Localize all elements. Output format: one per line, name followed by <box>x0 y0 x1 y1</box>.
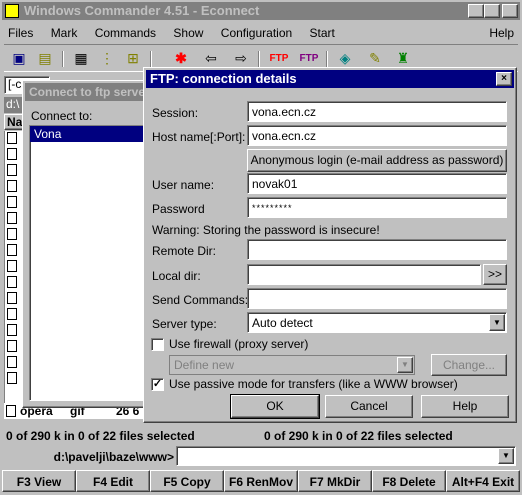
send-commands-input[interactable] <box>247 288 507 309</box>
server-type-value: Auto detect <box>252 316 313 330</box>
password-input[interactable]: ********* <box>247 197 507 218</box>
menu-help[interactable]: Help <box>489 24 514 42</box>
send-commands-label: Send Commands: <box>152 293 249 307</box>
refresh-icon[interactable]: ▣ <box>8 47 30 69</box>
left-file-list[interactable] <box>4 131 24 403</box>
app-icon[interactable] <box>5 4 19 18</box>
close-button[interactable]: × <box>502 4 518 18</box>
firewall-select-value: Define new <box>174 358 235 372</box>
password-warning: Warning: Storing the password is insecur… <box>152 223 380 237</box>
f6-renmov-button[interactable]: F6 RenMov <box>224 470 298 492</box>
change-firewall-button[interactable]: Change... <box>431 354 507 376</box>
local-dir-input[interactable] <box>247 264 481 285</box>
file-icon <box>7 276 17 288</box>
menu-bar: Files Mark Commands Show Configuration S… <box>8 24 514 42</box>
tree-view-icon[interactable]: ⊞ <box>122 47 144 69</box>
f8-delete-button[interactable]: F8 Delete <box>372 470 446 492</box>
firewall-checkbox[interactable] <box>151 338 164 351</box>
dialog-close-button[interactable]: × <box>496 72 512 86</box>
command-line-input[interactable]: ▼ <box>176 446 516 466</box>
left-status: 0 of 290 k in 0 of 22 files selected <box>6 429 195 443</box>
file-icon <box>7 308 17 320</box>
brief-view-icon[interactable]: ▦ <box>70 47 92 69</box>
cancel-button[interactable]: Cancel <box>325 395 413 418</box>
passive-mode-label: Use passive mode for transfers (like a W… <box>169 377 458 391</box>
plugin-icon[interactable]: ♜ <box>392 47 414 69</box>
f3-view-button[interactable]: F3 View <box>2 470 76 492</box>
command-line-path: d:\pavelji\baze\www> <box>53 450 174 464</box>
window-title: Windows Commander 4.51 - Econnect <box>24 3 260 18</box>
file-icon <box>7 164 17 176</box>
minimize-button[interactable]: _ <box>468 4 484 18</box>
full-view-icon[interactable]: ⋮ <box>96 47 118 69</box>
maximize-button[interactable]: □ <box>484 4 500 18</box>
help-button[interactable]: Help <box>421 395 509 418</box>
connect-to-label: Connect to: <box>31 109 93 123</box>
file-icon <box>7 340 17 352</box>
file-icon <box>7 148 17 160</box>
dialog-title-bar: FTP: connection details × <box>146 70 514 88</box>
remote-dir-input[interactable] <box>247 239 507 260</box>
file-icon <box>7 324 17 336</box>
file-icon <box>7 356 17 368</box>
file-icon <box>7 212 17 224</box>
firewall-select[interactable]: Define new ▼ <box>169 355 415 375</box>
file-icon <box>7 244 17 256</box>
file-icon <box>7 292 17 304</box>
anonymous-login-button[interactable]: Anonymous login (e-mail address as passw… <box>247 149 507 172</box>
local-dir-label: Local dir: <box>152 269 201 283</box>
remote-dir-label: Remote Dir: <box>152 244 217 258</box>
left-column-header[interactable]: Na <box>4 114 24 130</box>
menu-commands[interactable]: Commands <box>95 26 156 40</box>
host-label: Host name[:Port]: <box>152 130 246 144</box>
edit-icon[interactable]: ✎ <box>364 47 386 69</box>
left-path-stub: d:\ <box>4 97 24 113</box>
f7-mkdir-button[interactable]: F7 MkDir <box>298 470 372 492</box>
browse-local-dir-button[interactable]: >> <box>483 264 507 285</box>
chevron-down-icon[interactable]: ▼ <box>397 357 413 373</box>
select-all-icon[interactable]: ✱ <box>170 47 192 69</box>
menu-show[interactable]: Show <box>173 26 203 40</box>
f4-edit-button[interactable]: F4 Edit <box>76 470 150 492</box>
ftp-details-dialog: FTP: connection details × Session: vona.… <box>143 67 517 423</box>
file-icon <box>6 405 16 417</box>
server-type-label: Server type: <box>152 317 217 331</box>
session-input[interactable]: vona.ecn.cz <box>247 101 507 122</box>
menu-files[interactable]: Files <box>8 26 33 40</box>
menu-mark[interactable]: Mark <box>51 26 78 40</box>
file-icon <box>7 132 17 144</box>
user-name-input[interactable]: novak01 <box>247 173 507 194</box>
main-title-bar: Windows Commander 4.51 - Econnect _ □ × <box>2 2 520 20</box>
back-arrow-icon[interactable]: ⇦ <box>200 47 222 69</box>
file-icon <box>7 260 17 272</box>
right-status: 0 of 290 k in 0 of 22 files selected <box>264 429 453 443</box>
view-mode-icon[interactable]: ▤ <box>34 47 56 69</box>
dialog-title: FTP: connection details <box>150 71 297 86</box>
password-label: Password <box>152 202 205 216</box>
f5-copy-button[interactable]: F5 Copy <box>150 470 224 492</box>
file-icon <box>7 372 17 384</box>
file-icon <box>7 196 17 208</box>
firewall-label: Use firewall (proxy server) <box>169 337 309 351</box>
host-input[interactable]: vona.ecn.cz <box>247 125 507 146</box>
alt-f4-exit-button[interactable]: Alt+F4 Exit <box>446 470 520 492</box>
server-type-select[interactable]: Auto detect ▼ <box>247 312 507 333</box>
file-icon <box>7 228 17 240</box>
function-key-bar: F3 View F4 Edit F5 Copy F6 RenMov F7 MkD… <box>2 470 520 493</box>
ftp-connect-icon[interactable]: FTP <box>268 47 290 69</box>
passive-mode-checkbox[interactable]: ✓ <box>151 378 164 391</box>
chevron-down-icon[interactable]: ▼ <box>489 314 505 331</box>
notepad-icon[interactable]: ◈ <box>334 47 356 69</box>
menu-start[interactable]: Start <box>310 26 335 40</box>
session-label: Session: <box>152 106 199 120</box>
ok-button[interactable]: OK <box>230 394 320 419</box>
command-history-dropdown[interactable]: ▼ <box>498 448 514 464</box>
user-name-label: User name: <box>152 178 215 192</box>
menu-configuration[interactable]: Configuration <box>221 26 292 40</box>
forward-arrow-icon[interactable]: ⇨ <box>230 47 252 69</box>
file-icon <box>7 180 17 192</box>
ftp-new-connection-icon[interactable]: FTP <box>298 47 320 69</box>
